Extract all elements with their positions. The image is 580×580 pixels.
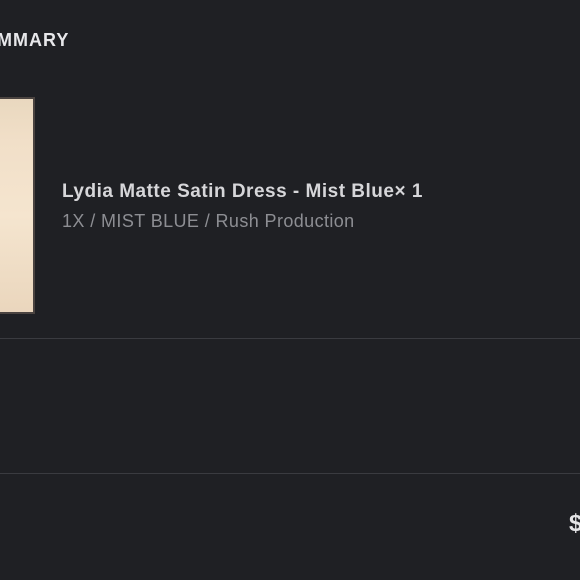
product-info: Lydia Matte Satin Dress - Mist Blue× 1 1…	[62, 180, 423, 232]
divider	[0, 473, 580, 474]
product-image	[0, 97, 35, 314]
total-price: $	[569, 510, 580, 537]
order-summary-panel: MMARY Lydia Matte Satin Dress - Mist Blu…	[0, 0, 580, 580]
divider	[0, 338, 580, 339]
order-summary-title: MMARY	[0, 30, 70, 50]
product-name-line: Lydia Matte Satin Dress - Mist Blue× 1	[62, 180, 423, 204]
product-variant: 1X / MIST BLUE / Rush Production	[62, 211, 355, 231]
product-name: Lydia Matte Satin Dress - Mist Blue	[62, 181, 395, 202]
product-quantity: × 1	[394, 181, 423, 202]
